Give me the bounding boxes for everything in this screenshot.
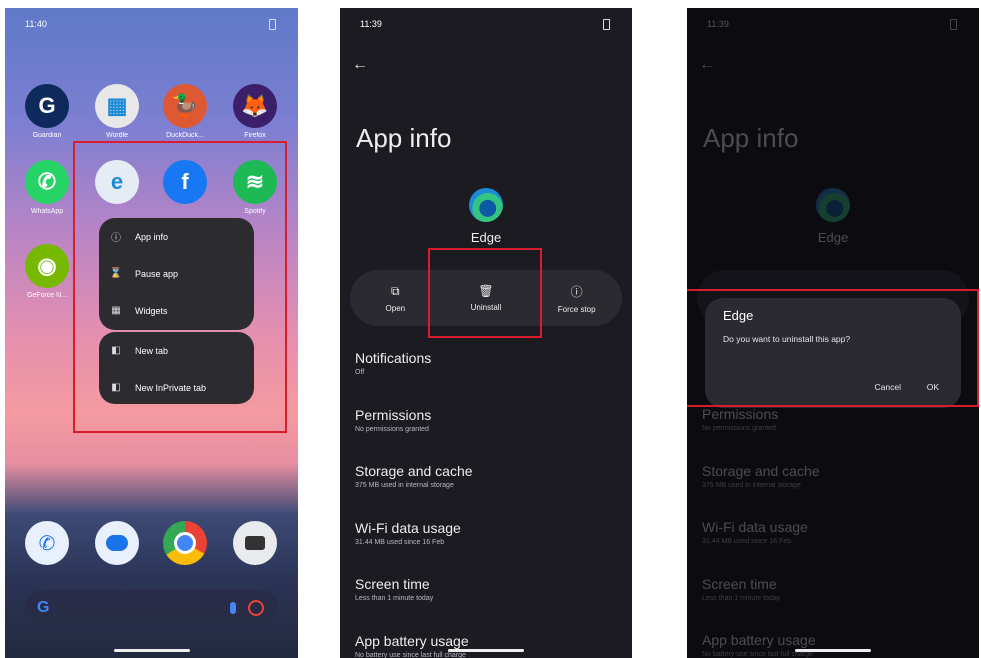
app-name: Edge [817, 230, 849, 245]
edge-icon [469, 188, 503, 222]
settings-item-title: Wi-Fi data usage [355, 519, 461, 536]
whatsapp-icon: ✆ [25, 160, 69, 204]
status-bar: 11:40 [5, 19, 298, 33]
settings-item[interactable]: App battery usage No battery use since la… [702, 632, 964, 658]
action-label: Force stop [557, 304, 596, 314]
app-shortcut[interactable]: 🦆 DuckDuck... [155, 84, 215, 139]
messages-icon[interactable] [95, 521, 139, 565]
app-shortcut[interactable]: G Guardian [17, 84, 77, 139]
app-label: Wordle [105, 132, 129, 139]
edge-icon [816, 188, 850, 222]
battery-icon [269, 19, 276, 30]
settings-item-title: Notifications [355, 350, 432, 366]
page-title: App info [356, 123, 452, 153]
settings-item[interactable]: Permissions No permissions granted [702, 406, 964, 432]
app-label: WhatsApp [30, 208, 64, 215]
settings-item-subtitle: Less than 1 minute today [702, 594, 781, 602]
battery-icon [950, 19, 957, 30]
settings-item-title: Storage and cache [355, 463, 473, 479]
settings-item[interactable]: App battery usage No battery use since la… [355, 633, 617, 658]
mic-icon[interactable] [230, 602, 236, 614]
gesture-handle [113, 649, 190, 652]
settings-item-subtitle: No permissions granted [355, 425, 429, 433]
settings-item-subtitle: No permissions granted [702, 425, 776, 432]
wordle-icon: ▦ [95, 84, 139, 128]
status-bar: 11:39 [340, 19, 632, 33]
app-label: DuckDuck... [166, 132, 204, 139]
geforce-icon: ◉ [25, 244, 69, 288]
app-label: Guardian [32, 132, 62, 139]
settings-item[interactable]: Storage and cache 375 MB used in internal… [702, 463, 964, 489]
app-shortcut[interactable]: ◉ GeForce N... [17, 244, 77, 299]
settings-item-subtitle: 375 MB used in internal storage [702, 481, 801, 489]
guardian-icon: G [25, 84, 69, 128]
status-time: 11:39 [360, 19, 382, 29]
duckduckgo-icon: 🦆 [163, 84, 207, 128]
app-shortcut[interactable]: ✆ WhatsApp [17, 160, 77, 215]
settings-item-title: Permissions [355, 406, 432, 423]
app-name: Edge [470, 230, 502, 245]
settings-item[interactable]: Screen time Less than 1 minute today [702, 576, 964, 602]
back-arrow-icon[interactable]: ← [352, 56, 368, 74]
lens-icon[interactable] [248, 600, 264, 616]
search-bar[interactable]: G [25, 590, 278, 626]
settings-item-title: Permissions [702, 406, 779, 422]
settings-item[interactable]: Wi-Fi data usage 31.44 MB used since 16 F… [355, 520, 617, 546]
app-shortcut[interactable]: 🦊 Firefox [225, 84, 285, 139]
action-label: Open [385, 303, 406, 313]
gesture-handle [448, 649, 524, 652]
chrome-icon[interactable] [163, 521, 207, 565]
battery-icon [603, 19, 610, 30]
app-shortcut[interactable]: ▦ Wordle [87, 84, 147, 139]
settings-item-title: Screen time [355, 576, 430, 592]
settings-item-subtitle: 31.44 MB used since 16 Feb [702, 538, 792, 545]
settings-item-title: Screen time [702, 575, 777, 592]
highlight-box [73, 141, 287, 433]
settings-item-title: App battery usage [355, 632, 469, 649]
settings-item-subtitle: No battery use since last full charge [702, 651, 813, 658]
settings-item-title: Wi-Fi data usage [702, 519, 808, 535]
page-title: App info [703, 123, 799, 153]
settings-item[interactable]: Permissions No permissions granted [355, 407, 617, 433]
app-info-panel: 11:39 ← App info Edge ⧉ Open 🗑 Uninstall ⓘ Fo… [340, 8, 632, 658]
firefox-icon: 🦊 [233, 84, 277, 128]
status-bar: 11:39 [687, 19, 979, 33]
settings-item-subtitle: 31.44 MB used since 16 Feb [355, 538, 445, 546]
settings-item-subtitle: Less than 1 minute today [355, 595, 434, 602]
google-icon: G [37, 599, 50, 616]
settings-item-subtitle: 375 MB used in internal storage [355, 482, 454, 489]
gesture-handle [795, 649, 871, 652]
force-stop-icon: ⓘ [570, 284, 583, 299]
highlight-box [687, 289, 979, 407]
settings-item[interactable]: Screen time Less than 1 minute today [355, 576, 617, 602]
open-icon: ⧉ [391, 283, 400, 298]
back-arrow-icon: ← [699, 56, 715, 73]
status-time: 11:39 [707, 19, 729, 29]
settings-item[interactable]: Storage and cache 375 MB used in internal… [355, 463, 617, 489]
settings-item-subtitle: Off [355, 369, 365, 376]
force-stop-button[interactable]: ⓘ Force stop [531, 270, 622, 326]
app-label: Firefox [244, 132, 266, 139]
status-time: 11:40 [25, 19, 47, 29]
settings-item[interactable]: Wi-Fi data usage 31.44 MB used since 16 F… [702, 519, 964, 545]
home-screen-panel: 11:40 G Guardian ▦ Wordle 🦆 DuckDuck... 🦊 Firef… [5, 8, 298, 658]
settings-item-title: Storage and cache [702, 462, 820, 479]
settings-item[interactable]: Notifications Off [355, 350, 617, 376]
highlight-box [428, 248, 542, 338]
settings-item-title: App battery usage [702, 632, 816, 648]
settings-item-subtitle: No battery use since last full charge [355, 651, 466, 658]
camera-icon[interactable] [233, 521, 277, 565]
app-label: GeForce N... [26, 292, 68, 299]
phone-icon[interactable]: ✆ [25, 521, 69, 565]
uninstall-dialog-panel: 11:39 ← App info Edge Permissions No perm… [687, 8, 979, 658]
